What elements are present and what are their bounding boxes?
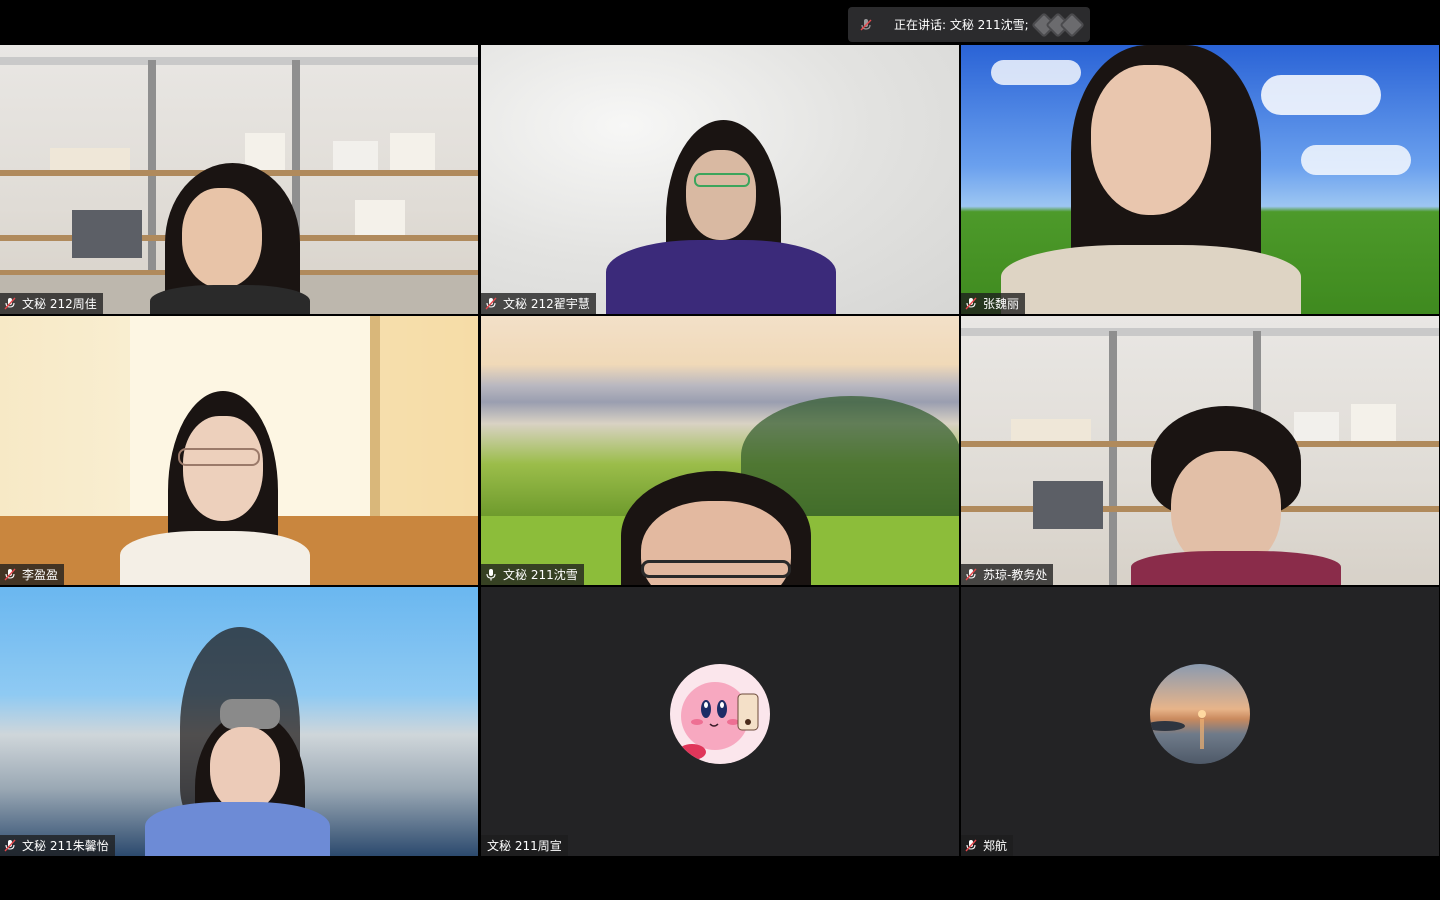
avatar xyxy=(1150,664,1250,764)
participant-name-tag: 李盈盈 xyxy=(0,564,65,585)
participant-name-tag: 文秘 211沈雪 xyxy=(481,564,584,585)
active-speaker-tile[interactable]: 文秘 211沈雪 xyxy=(481,316,959,585)
participant-tile[interactable]: 张魏丽 xyxy=(961,45,1439,314)
participant-tile[interactable]: 文秘 211周宣 xyxy=(481,587,959,856)
participant-name: 文秘 211沈雪 xyxy=(503,568,578,582)
participant-name-tag: 文秘 211朱馨怡 xyxy=(0,835,115,856)
mic-icon xyxy=(485,568,499,582)
participant-tile[interactable]: 苏琼-教务处 xyxy=(961,316,1439,585)
participant-name-tag: 文秘 212周佳 xyxy=(0,293,103,314)
muted-mic-icon xyxy=(485,297,499,311)
participant-name-tag: 张魏丽 xyxy=(961,293,1026,314)
participant-tile[interactable]: 郑航 xyxy=(961,587,1439,856)
muted-mic-icon xyxy=(4,839,18,853)
participant-name: 苏琼-教务处 xyxy=(983,568,1048,582)
muted-mic-icon xyxy=(965,839,979,853)
participant-tile[interactable]: 李盈盈 xyxy=(0,316,478,585)
participant-name: 文秘 211朱馨怡 xyxy=(22,839,109,853)
speaking-indicator: 正在讲话: 文秘 211沈雪; xyxy=(848,7,1090,42)
speaking-label: 正在讲话: 文秘 211沈雪; xyxy=(894,18,1029,32)
participant-tile[interactable]: 文秘 212周佳 xyxy=(0,45,478,314)
avatar xyxy=(670,664,770,764)
participant-name: 李盈盈 xyxy=(22,568,59,582)
participant-tile[interactable]: 文秘 211朱馨怡 xyxy=(0,587,478,856)
muted-mic-icon xyxy=(965,297,979,311)
participant-name: 文秘 211周宣 xyxy=(487,839,562,853)
muted-mic-icon xyxy=(965,568,979,582)
participant-name: 张魏丽 xyxy=(983,297,1020,311)
muted-mic-icon xyxy=(4,297,18,311)
muted-mic-icon xyxy=(4,568,18,582)
participant-name: 文秘 212翟宇慧 xyxy=(503,297,590,311)
participant-name-tag: 文秘 212翟宇慧 xyxy=(481,293,596,314)
participant-name: 郑航 xyxy=(983,839,1008,853)
video-grid: 文秘 212周佳 文秘 212翟宇慧 张魏丽 李盈盈 文秘 211沈雪 苏琼-教… xyxy=(0,45,1440,856)
participant-name: 文秘 212周佳 xyxy=(22,297,97,311)
speaker-avatars xyxy=(1030,11,1085,38)
participant-tile[interactable]: 文秘 212翟宇慧 xyxy=(481,45,959,314)
muted-mic-icon xyxy=(858,17,874,33)
participant-name-tag: 郑航 xyxy=(961,835,1014,856)
participant-name-tag: 文秘 211周宣 xyxy=(481,835,568,856)
participant-name-tag: 苏琼-教务处 xyxy=(961,564,1054,585)
